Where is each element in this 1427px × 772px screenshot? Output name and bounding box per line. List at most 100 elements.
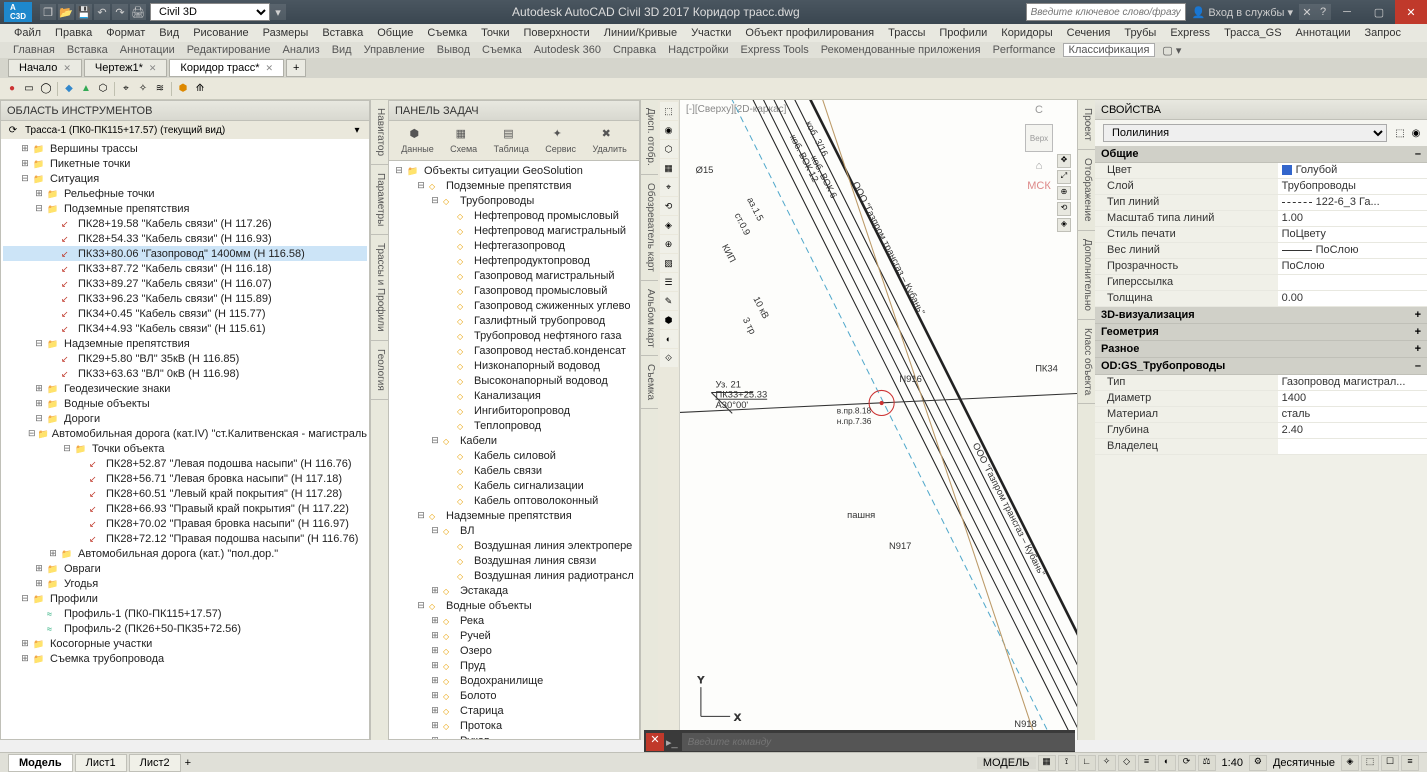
vp-tool-icon[interactable]: ✎ [660,292,678,310]
ortho-icon[interactable]: ∟ [1078,755,1096,771]
task-tree-item[interactable]: ⊞Старица [391,703,637,718]
menu-item[interactable]: Файл [8,27,47,39]
help-search-input[interactable] [1026,3,1186,21]
tree-item[interactable]: Профиль-1 (ПК0-ПК115+17.57) [3,606,367,621]
object-type-select[interactable]: Полилиния [1103,124,1387,142]
tree-item[interactable]: ПК33+87.72 "Кабель связи" (Н 116.18) [3,261,367,276]
help-icon[interactable]: ? [1315,4,1331,20]
redo-icon[interactable]: ↷ [112,4,128,20]
props-side-tab[interactable]: Дополнительно [1078,231,1095,320]
new-icon[interactable]: ❐ [40,4,56,20]
layout-tab[interactable]: Лист1 [75,754,127,772]
osnap-icon[interactable]: ◇ [1118,755,1136,771]
command-input[interactable] [682,733,1075,751]
tree-item[interactable]: ⊟Автомобильная дорога (кат.IV) "ст.Калит… [3,426,367,441]
ribbon-tab-active[interactable]: Классификация [1063,43,1156,57]
hardware-icon[interactable]: ⬚ [1361,755,1379,771]
props-row[interactable]: ЦветГолубой [1095,163,1427,179]
props-row[interactable]: Материалсталь [1095,407,1427,423]
vp-tool-icon[interactable]: ⬡ [660,140,678,158]
task-tree-item[interactable]: Трубопровод нефтяного газа [391,328,637,343]
tree-item[interactable]: ⊞Рельефные точки [3,186,367,201]
tool-icon[interactable]: ▭ [21,81,37,97]
layout-tab[interactable]: Модель [8,754,73,772]
tree-item[interactable]: ⊞Съемка трубопровода [3,651,367,666]
task-button[interactable]: ▦Схема [450,127,477,154]
side-tab[interactable]: Навигатор [371,100,388,165]
task-tree-item[interactable]: Газопровод нестаб.конденсат [391,343,637,358]
menu-item[interactable]: Профили [933,27,993,39]
menu-item[interactable]: Рисование [187,27,254,39]
tool-icon[interactable]: ≋ [152,81,168,97]
vp-tool-icon[interactable]: ⊕ [660,235,678,253]
props-side-tab[interactable]: Отображение [1078,150,1095,231]
close-tab-icon[interactable]: ✕ [149,63,157,74]
tree-item[interactable]: ⊟Ситуация [3,171,367,186]
props-row[interactable]: Диаметр1400 [1095,391,1427,407]
tree-item[interactable]: ⊞Пикетные точки [3,156,367,171]
menu-item[interactable]: Съемка [421,27,473,39]
gear-icon[interactable]: ⚙ [1249,755,1267,771]
props-side-tab[interactable]: Класс объекта [1078,320,1095,404]
menu-item[interactable]: Вставка [316,27,369,39]
task-button[interactable]: ⬢Данные [401,127,434,154]
props-row[interactable]: Гиперссылка [1095,275,1427,291]
tree-item[interactable]: ⊟Подземные препятствия [3,201,367,216]
props-category[interactable]: Геометрия+ [1095,324,1427,341]
menu-item[interactable]: Размеры [257,27,315,39]
vp-tool-icon[interactable]: ▦ [660,159,678,177]
annoscale-icon[interactable]: ⚖ [1198,755,1216,771]
ribbon-tab[interactable]: Аннотации [115,44,180,56]
task-side-tab[interactable]: Съемка [641,356,658,409]
vp-tool-icon[interactable]: ☰ [660,273,678,291]
menu-item[interactable]: Трасса_GS [1218,27,1287,39]
tree-item[interactable]: ⊞Косогорные участки [3,636,367,651]
close-tab-icon[interactable]: ✕ [63,63,71,74]
tree-item[interactable]: ПК28+56.71 "Левая бровка насыпи" (Н 117.… [3,471,367,486]
menu-item[interactable]: Линии/Кривые [598,27,683,39]
tree-item[interactable]: ПК28+72.12 "Правая подошва насыпи" (Н 11… [3,531,367,546]
task-tree-item[interactable]: ⊞Протока [391,718,637,733]
tree-item[interactable]: ⊞Угодья [3,576,367,591]
ribbon-tab[interactable]: Съемка [477,44,527,56]
tree-item[interactable]: ⊟Профили [3,591,367,606]
app-logo[interactable]: AC3D [4,2,32,22]
scale-label[interactable]: 1:40 [1218,757,1247,769]
menu-item[interactable]: Общие [371,27,419,39]
task-tree-item[interactable]: Газопровод сжиженных углево [391,298,637,313]
ribbon-tab[interactable]: Управление [359,44,430,56]
menu-item[interactable]: Сечения [1061,27,1117,39]
ribbon-tab[interactable]: Надстройки [663,44,733,56]
props-row[interactable]: Вес линийПоСлою [1095,243,1427,259]
task-tree-item[interactable]: ⊞Водохранилище [391,673,637,688]
new-tab-button[interactable]: + [286,59,306,77]
vp-tool-icon[interactable]: ▧ [660,254,678,272]
tree-item[interactable]: ⊟Точки объекта [3,441,367,456]
task-tree-item[interactable]: Ингибиторопровод [391,403,637,418]
task-tree-item[interactable]: ⊟Надземные препятствия [391,508,637,523]
task-tree-item[interactable]: ⊞Ручей [391,628,637,643]
menu-item[interactable]: Аннотации [1290,27,1357,39]
ribbon-tab[interactable]: Справка [608,44,661,56]
task-tree-item[interactable]: Канализация [391,388,637,403]
vp-tool-icon[interactable]: ◐ [660,330,678,348]
task-tree-item[interactable]: Кабель сигнализации [391,478,637,493]
side-tab[interactable]: Геология [371,341,388,400]
task-button[interactable]: ✦Сервис [545,127,576,154]
tree-item[interactable]: ПК28+19.58 "Кабель связи" (Н 117.26) [3,216,367,231]
task-tree-item[interactable]: Нефтепровод магистральный [391,223,637,238]
minimize-button[interactable]: ─ [1331,0,1363,24]
props-row[interactable]: ПрозрачностьПоСлою [1095,259,1427,275]
task-tree-item[interactable]: Высоконапорный водовод [391,373,637,388]
menu-item[interactable]: Объект профилирования [739,27,880,39]
ribbon-tab[interactable]: Autodesk 360 [529,44,606,56]
task-side-tab[interactable]: Дисп. отобр. [641,100,658,175]
toolspace-tree[interactable]: ⊞Вершины трассы⊞Пикетные точки⊟Ситуация⊞… [1,139,369,739]
tree-item[interactable]: ⊞Овраги [3,561,367,576]
close-button[interactable]: ✕ [1395,0,1427,24]
task-tree-item[interactable]: Воздушная линия электропере [391,538,637,553]
vp-tool-icon[interactable]: ⌖ [660,178,678,196]
task-side-tab[interactable]: Обозреватель карт [641,175,658,281]
ribbon-tab[interactable]: Рекомендованные приложения [816,44,986,56]
task-tree-item[interactable]: Газлифтный трубопровод [391,313,637,328]
